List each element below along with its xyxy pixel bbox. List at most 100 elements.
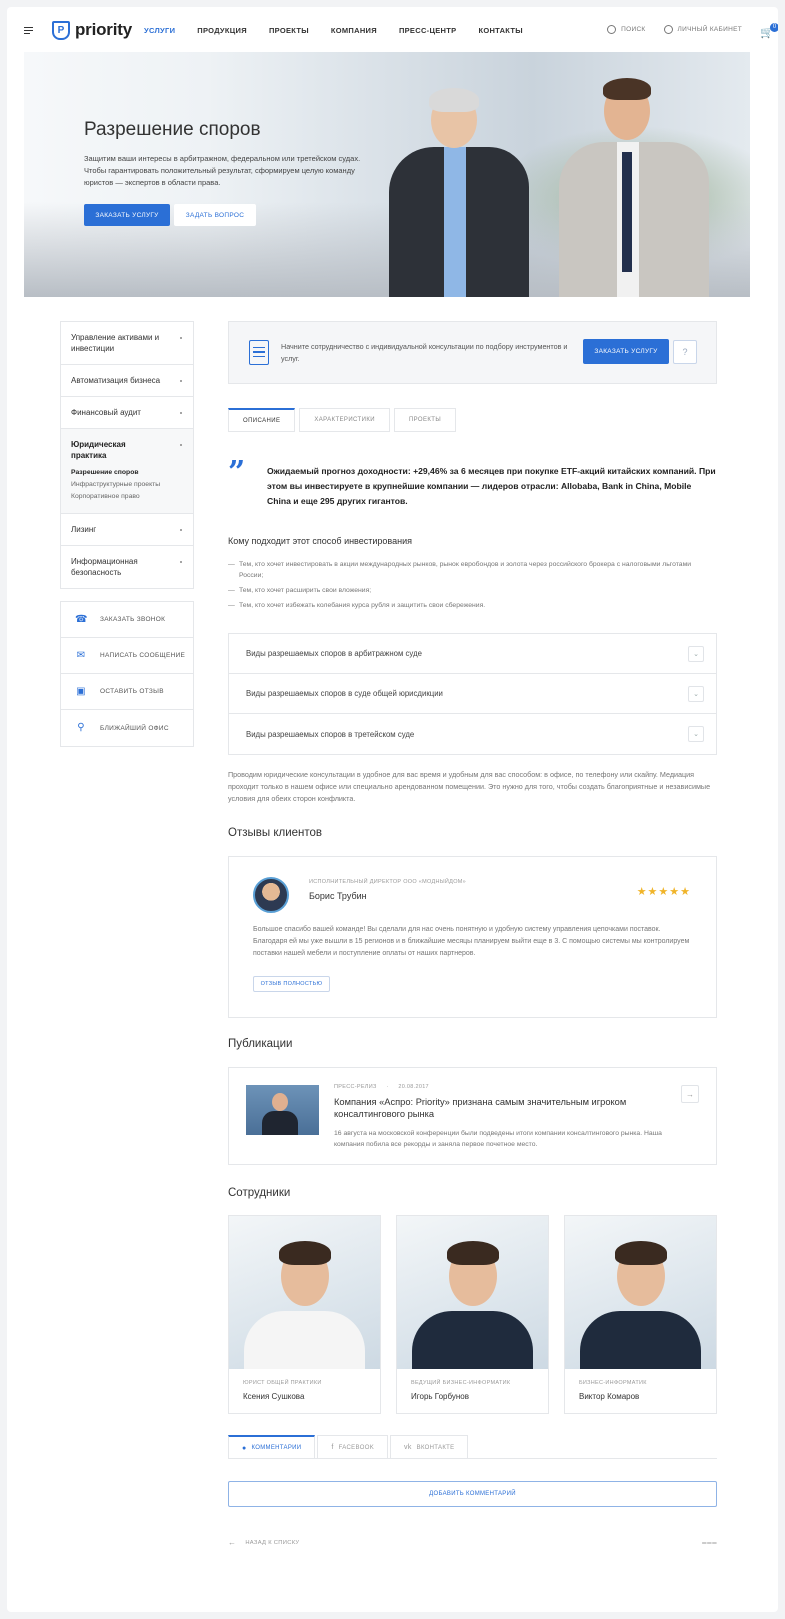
hero-person-left [389,88,529,297]
quote-icon: ” [228,455,246,490]
nearest-office-button[interactable]: ⚲ БЛИЖАЙШИЙ ОФИС [61,710,193,746]
vk-icon: vk [404,1444,412,1451]
list-item: Тем, кто хочет расширить свои вложения; [228,585,717,596]
chevron-down-icon[interactable]: ⌄ [688,646,704,662]
cart-button[interactable]: 🛒 0 [760,23,778,39]
logo-icon: P [52,20,70,40]
reviews-title: Отзывы клиентов [228,827,323,839]
nav-item-press[interactable]: ПРЕСС-ЦЕНТР [399,26,457,35]
nav-item-projects[interactable]: ПРОЕКТЫ [269,26,309,35]
consult-banner: Начните сотрудничество с индивидуальной … [228,321,717,384]
tab-label: ВКОНТАКТЕ [416,1444,455,1451]
staff-card[interactable]: ЮРИСТ ОБЩЕЙ ПРАКТИКИ Ксения Сушкова [228,1215,381,1414]
sidebar-item-audit[interactable]: Финансовый аудит [61,397,193,429]
search-link[interactable]: ПОИСК [607,24,646,34]
publication-title[interactable]: Компания «Аспро: Priority» признана самы… [334,1096,664,1120]
account-link[interactable]: ЛИЧНЫЙ КАБИНЕТ [663,24,742,34]
sidebar-item-security[interactable]: Информационная безопасность [61,546,193,588]
tab-description[interactable]: ОПИСАНИЕ [228,408,296,432]
write-message-button[interactable]: ✉ НАПИСАТЬ СООБЩЕНИЕ [61,638,193,674]
page: P priority УСЛУГИ ПРОДУКЦИЯ ПРОЕКТЫ КОМП… [7,7,778,1612]
sidebar-subitem-disputes[interactable]: Разрешение споров [71,467,183,479]
staff-role: БИЗНЕС-ИНФОРМАТИК [579,1380,647,1386]
accordion-item[interactable]: Виды разрешаемых споров в третейском суд… [229,714,716,754]
sidebar-item-label: Юридическая практика [71,440,126,460]
search-label: ПОИСК [621,25,646,33]
nav-item-services[interactable]: УСЛУГИ [144,26,175,35]
bullet-icon [180,529,182,531]
sidebar-menu: Управление активами и инвестиции Автомат… [60,321,194,589]
staff-name: Виктор Комаров [579,1392,640,1401]
back-label: НАЗАД К СПИСКУ [245,1539,300,1546]
leave-review-button[interactable]: ▣ ОСТАВИТЬ ОТЗЫВ [61,674,193,710]
staff-card[interactable]: БИЗНЕС-ИНФОРМАТИК Виктор Комаров [564,1215,717,1414]
hero-person-right [559,78,709,297]
staff-role: ЮРИСТ ОБЩЕЙ ПРАКТИКИ [243,1380,322,1386]
cart-badge: 0 [770,23,778,32]
arrow-right-icon[interactable]: → [681,1085,699,1103]
review-name: Борис Трубин [309,891,367,901]
sidebar-item-leasing[interactable]: Лизинг [61,514,193,546]
back-link[interactable]: ← НАЗАД К СПИСКУ [228,1538,299,1547]
menu-icon[interactable] [24,27,33,35]
user-icon [663,24,673,34]
consult-order-button[interactable]: ЗАКАЗАТЬ УСЛУГУ [583,339,669,364]
publication-image [246,1085,319,1135]
hero-order-button[interactable]: ЗАКАЗАТЬ УСЛУГУ [84,204,170,226]
sidebar-item-label: Лизинг [71,525,97,534]
sidebar-subitem-corporate[interactable]: Корпоративное право [71,491,183,503]
accordion: Виды разрешаемых споров в арбитражном су… [228,633,717,755]
bullet-icon [180,444,182,446]
sidebar-subitem-infrastructure[interactable]: Инфраструктурные проекты [71,479,183,491]
arrow-left-icon: ← [228,1538,237,1547]
publication-card[interactable]: ПРЕСС-РЕЛИЗ · 20.08.2017 Компания «Аспро… [228,1067,717,1165]
hero-title: Разрешение споров [84,119,261,140]
main-nav: УСЛУГИ ПРОДУКЦИЯ ПРОЕКТЫ КОМПАНИЯ ПРЕСС-… [144,26,545,35]
staff-photo [229,1216,380,1369]
staff-photo [397,1216,548,1369]
chevron-down-icon[interactable]: ⌄ [688,686,704,702]
nav-item-contacts[interactable]: КОНТАКТЫ [478,26,522,35]
tab-comments[interactable]: ● КОММЕНТАРИИ [228,1435,316,1459]
accordion-item[interactable]: Виды разрешаемых споров в суде общей юри… [229,674,716,714]
avatar [253,877,289,913]
tab-vkontakte[interactable]: vk ВКОНТАКТЕ [390,1435,469,1459]
hero-ask-button[interactable]: ЗАДАТЬ ВОПРОС [174,204,256,226]
review-role: ИСПОЛНИТЕЛЬНЫЙ ДИРЕКТОР ООО «МОДНЫЙДОМ» [309,879,467,885]
tab-facebook[interactable]: f FACEBOOK [317,1435,389,1459]
sidebar-item-assets[interactable]: Управление активами и инвестиции [61,322,193,365]
tab-characteristics[interactable]: ХАРАКТЕРИСТИКИ [299,408,390,432]
comment-tabs: ● КОММЕНТАРИИ f FACEBOOK vk ВКОНТАКТЕ [228,1435,717,1459]
quote-text: Ожидаемый прогноз доходности: +29,46% за… [267,466,716,506]
add-comment-button[interactable]: ДОБАВИТЬ КОММЕНТАРИЙ [228,1481,717,1507]
help-button[interactable]: ? [673,340,697,364]
sidebar-item-legal[interactable]: Юридическая практика Разрешение споров И… [61,429,193,514]
tab-label: FACEBOOK [338,1444,375,1451]
bullet-icon [180,337,182,339]
staff-photo [565,1216,716,1369]
accordion-item[interactable]: Виды разрешаемых споров в арбитражном су… [229,634,716,674]
share-icon[interactable]: ⩶ [702,1537,717,1548]
content-tabs: ОПИСАНИЕ ХАРАКТЕРИСТИКИ ПРОЕКТЫ [228,408,460,432]
facebook-icon: f [331,1444,334,1451]
full-review-button[interactable]: ОТЗЫВ ПОЛНОСТЬЮ [253,976,330,992]
action-label: НАПИСАТЬ СООБЩЕНИЕ [100,652,186,659]
publication-type: ПРЕСС-РЕЛИЗ [334,1084,377,1090]
chevron-down-icon[interactable]: ⌄ [688,726,704,742]
staff-title: Сотрудники [228,1187,291,1199]
sidebar-item-label: Финансовый аудит [71,408,141,417]
nav-item-products[interactable]: ПРОДУКЦИЯ [197,26,247,35]
hero-text: Защитим ваши интересы в арбитражном, фед… [84,154,361,187]
logo-text: priority [75,20,132,39]
sidebar-item-automation[interactable]: Автоматизация бизнеса [61,365,193,397]
nav-item-company[interactable]: КОМПАНИЯ [331,26,377,35]
header: P priority УСЛУГИ ПРОДУКЦИЯ ПРОЕКТЫ КОМП… [7,7,778,53]
order-call-button[interactable]: ☎ ЗАКАЗАТЬ ЗВОНОК [61,602,193,638]
action-label: ЗАКАЗАТЬ ЗВОНОК [100,616,166,623]
staff-role: ВЕДУЩИЙ БИЗНЕС-ИНФОРМАТИК [411,1380,511,1386]
tab-projects[interactable]: ПРОЕКТЫ [393,408,457,432]
logo[interactable]: P priority [52,20,132,40]
location-icon: ⚲ [77,722,85,733]
staff-name: Ксения Сушкова [243,1392,305,1401]
staff-card[interactable]: ВЕДУЩИЙ БИЗНЕС-ИНФОРМАТИК Игорь Горбунов [396,1215,549,1414]
